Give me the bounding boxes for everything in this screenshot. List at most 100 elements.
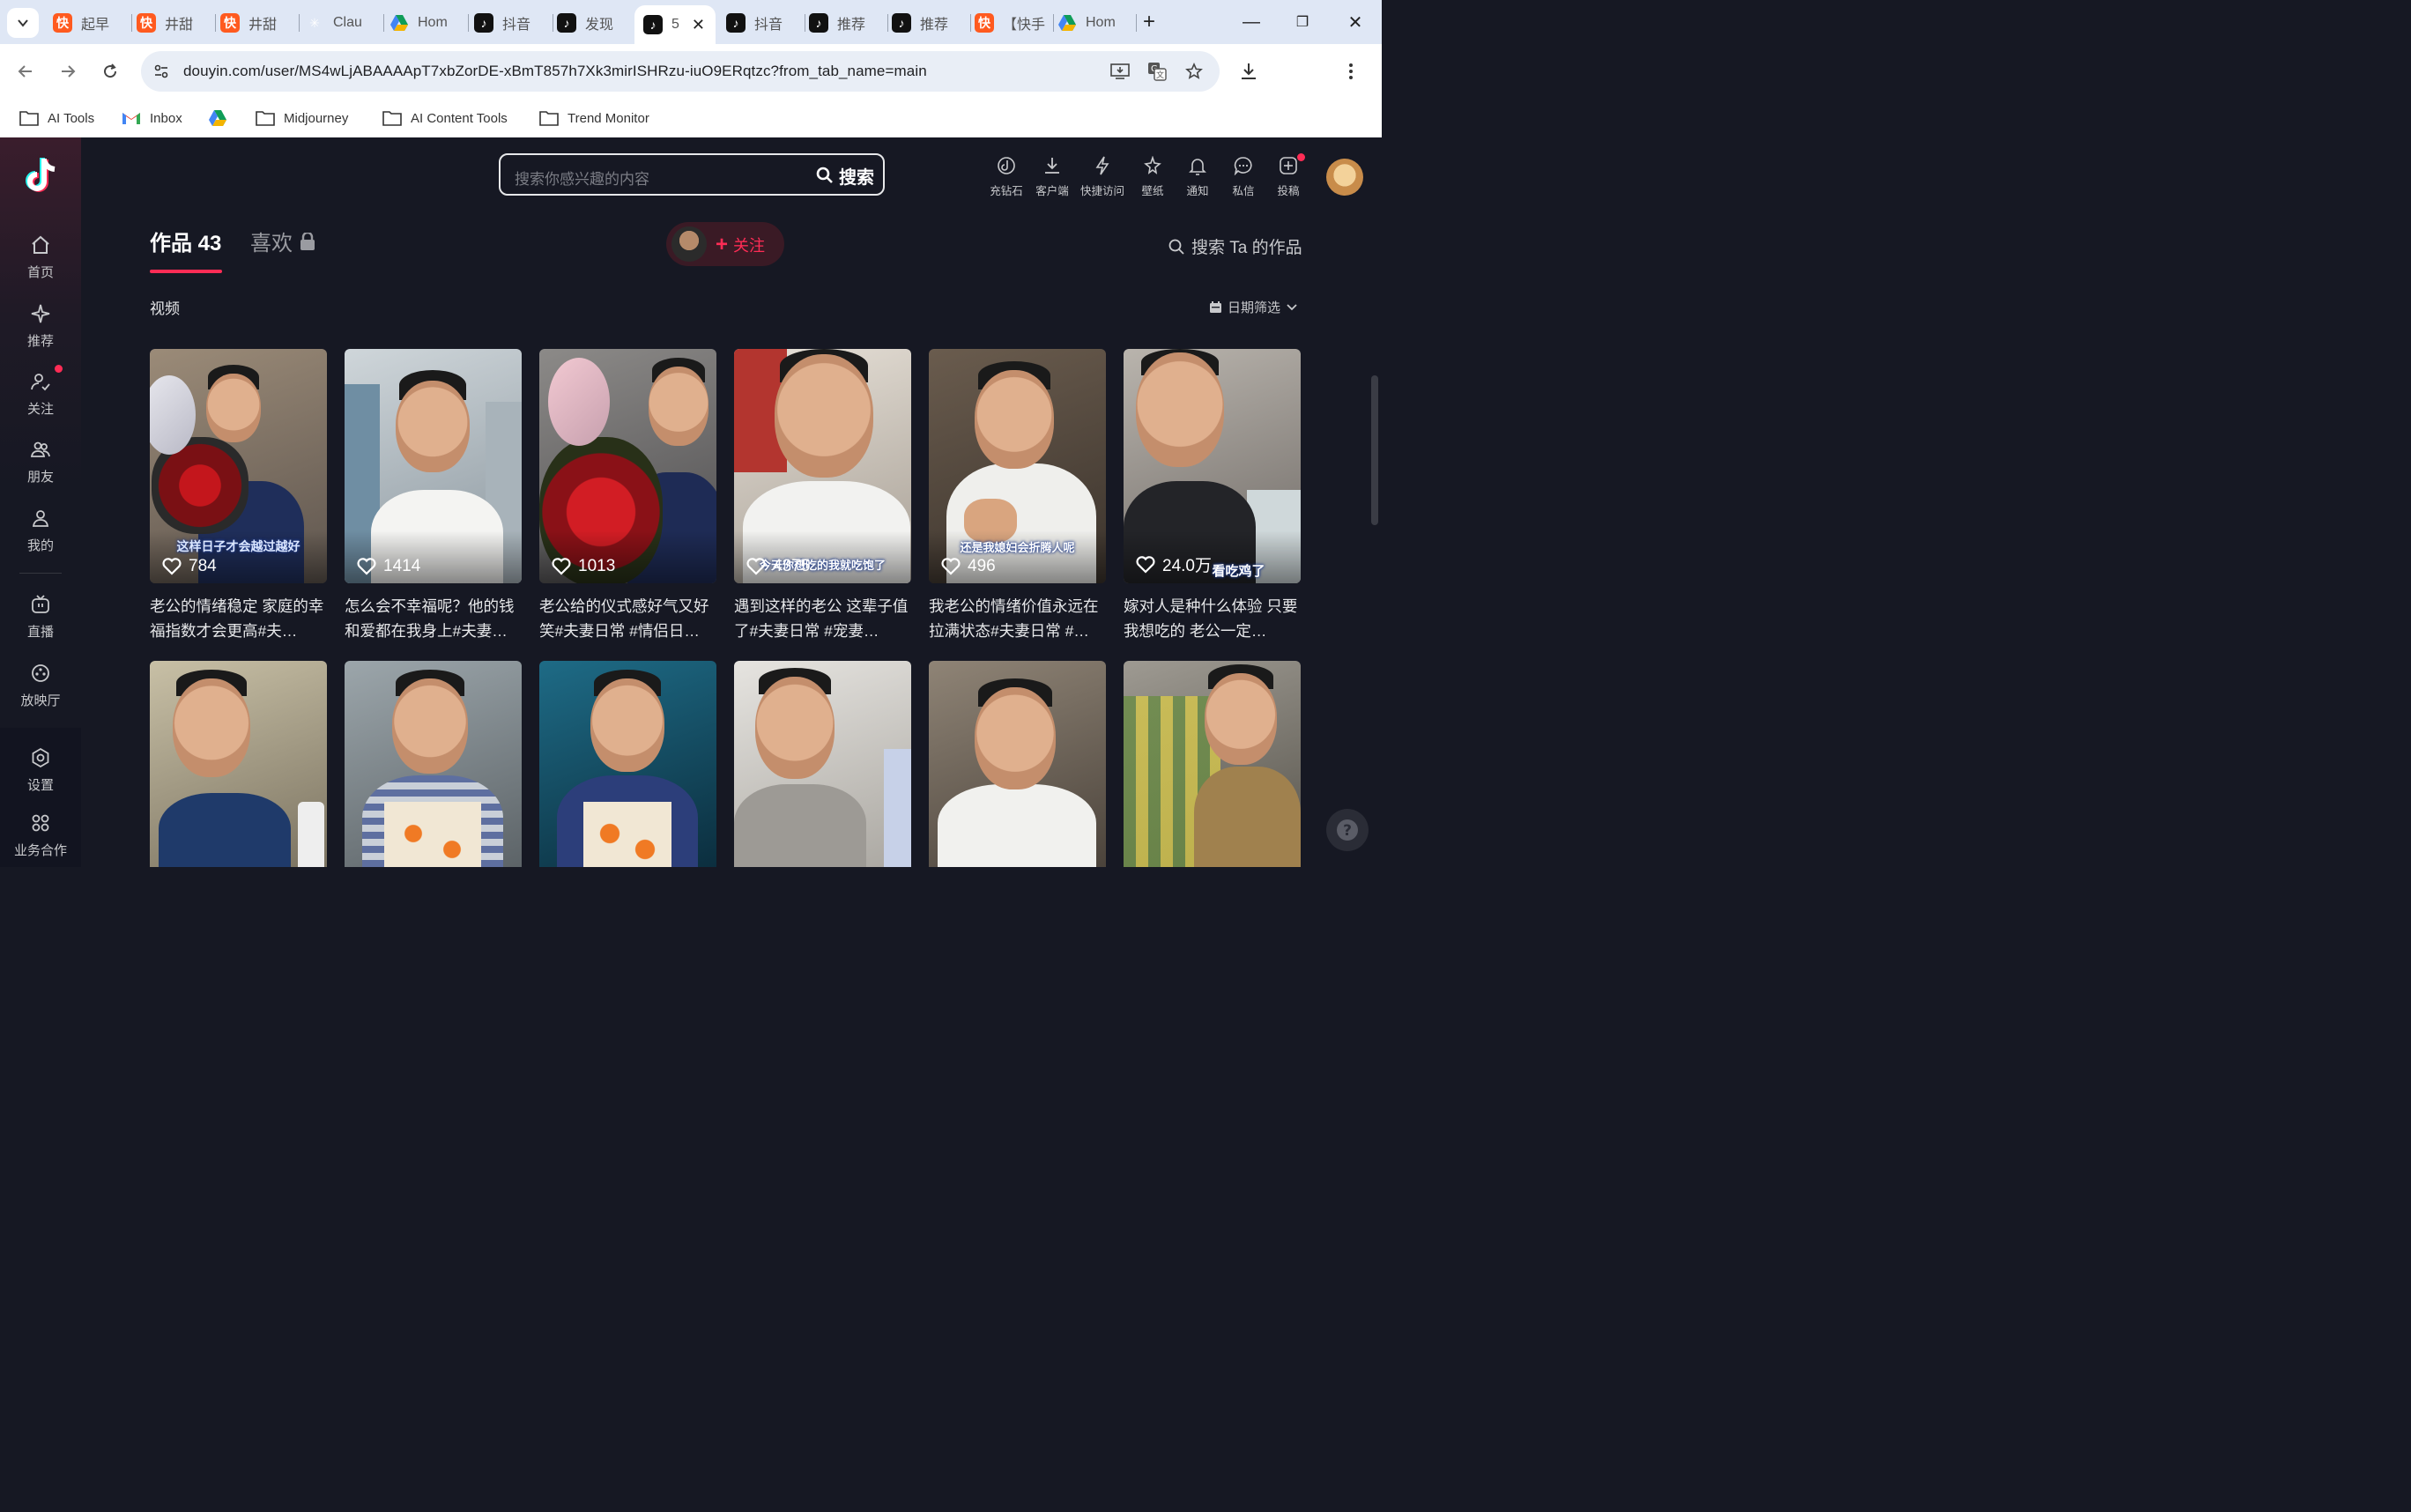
tab-search-button[interactable] (7, 8, 39, 38)
video-thumbnail[interactable]: 今天你想吃的我就吃饱了 4375 (734, 349, 911, 583)
header-action-notify[interactable]: 通知 (1173, 155, 1222, 199)
browser-tab[interactable]: ♪ 推荐 (892, 7, 971, 39)
search-input[interactable]: 搜索你感兴趣的内容 (515, 167, 649, 189)
video-card[interactable]: 1414 怎么会不幸福呢？他的钱和爱都在我身上#夫妻… (345, 349, 522, 643)
browser-tab[interactable]: ♪ 抖音 (726, 7, 805, 39)
close-window-button[interactable]: ✕ (1338, 9, 1373, 35)
video-title[interactable]: 怎么会不幸福呢？他的钱和爱都在我身上#夫妻… (345, 594, 522, 643)
video-thumbnail[interactable] (345, 661, 522, 867)
follow-button[interactable]: + 关注 (716, 233, 765, 256)
video-card[interactable] (539, 661, 716, 867)
header-action-wallpaper[interactable]: 壁纸 (1128, 155, 1177, 199)
video-title[interactable]: 遇到这样的老公 这辈子值了#夫妻日常 #宠妻… (734, 594, 911, 643)
browser-tab-active[interactable]: ♪ 5 ✕ (634, 5, 716, 44)
video-card[interactable] (734, 661, 911, 867)
browser-tab[interactable]: Hom (389, 7, 469, 39)
sidebar-item-business[interactable]: 业务合作 (0, 811, 81, 867)
search-button[interactable]: 搜索 (816, 163, 874, 188)
video-thumbnail[interactable]: 1414 (345, 349, 522, 583)
video-thumbnail[interactable]: 还是我媳妇会折腾人呢 496 (929, 349, 1106, 583)
page-scrollbar[interactable] (1371, 375, 1378, 525)
bookmark-trend-monitor[interactable]: Trend Monitor (539, 107, 649, 129)
sidebar-item-friends[interactable]: 朋友 (0, 437, 81, 499)
header-action-messages[interactable]: 私信 (1219, 155, 1268, 199)
reload-button[interactable] (95, 56, 125, 86)
video-title[interactable]: 老公的情绪稳定 家庭的幸福指数才会更高#夫… (150, 594, 327, 643)
install-app-icon[interactable] (1109, 60, 1131, 83)
search-box[interactable]: 搜索你感兴趣的内容 搜索 (499, 153, 885, 196)
video-thumbnail[interactable] (929, 661, 1106, 867)
minimize-button[interactable]: — (1234, 9, 1269, 35)
forward-button[interactable] (53, 56, 83, 86)
user-avatar[interactable] (1326, 159, 1363, 196)
sidebar-item-home[interactable]: 首页 (0, 233, 81, 294)
video-card[interactable] (1124, 661, 1301, 867)
header-action-quick-access[interactable]: 快捷访问 (1078, 155, 1127, 199)
sidebar-item-live[interactable]: 直播 (0, 592, 81, 654)
bookmark-google-drive[interactable] (208, 107, 236, 129)
video-card[interactable]: 这样日子才会越过越好 784 老公的情绪稳定 家庭的幸福指数才会更高#夫… (150, 349, 327, 643)
video-thumbnail[interactable]: 看吃鸡了 24.0万 (1124, 349, 1301, 583)
reload-icon (104, 63, 117, 78)
browser-tab[interactable]: 快 【快手 (975, 7, 1054, 39)
help-button[interactable]: ? (1326, 809, 1369, 851)
video-thumbnail[interactable]: 这样日子才会越过越好 784 (150, 349, 327, 583)
browser-tab[interactable]: 快 井甜 (220, 7, 300, 39)
sidebar-item-following[interactable]: 关注 (0, 369, 81, 431)
browser-tab[interactable]: ♪ 推荐 (809, 7, 888, 39)
video-card[interactable]: 今天你想吃的我就吃饱了 4375 遇到这样的老公 这辈子值了#夫妻日常 #宠妻… (734, 349, 911, 643)
browser-tab[interactable]: ♪ 抖音 (474, 7, 553, 39)
address-bar[interactable]: douyin.com/user/MS4wLjABAAAApT7xbZorDE-x… (141, 51, 1220, 92)
video-card[interactable]: 1013 老公给的仪式感好气又好笑#夫妻日常 #情侣日… (539, 349, 716, 643)
sidebar-item-recommend[interactable]: 推荐 (0, 301, 81, 363)
browser-tab[interactable]: 快 起早 (53, 7, 132, 39)
back-button[interactable] (11, 56, 41, 86)
upload-icon (1278, 155, 1299, 176)
bookmark-ai-content-tools[interactable]: AI Content Tools (382, 107, 508, 129)
bookmark-star-icon[interactable] (1183, 60, 1206, 83)
tab-label: 推荐 (920, 18, 949, 33)
downloads-button[interactable] (1234, 56, 1264, 86)
video-thumbnail[interactable] (1124, 661, 1301, 867)
video-title[interactable]: 老公给的仪式感好气又好笑#夫妻日常 #情侣日… (539, 594, 716, 643)
browser-menu-button[interactable] (1336, 56, 1366, 86)
header-action-diamond[interactable]: 充钻石 (982, 155, 1031, 199)
site-info-icon[interactable] (150, 60, 173, 83)
arrow-left-icon (18, 65, 32, 78)
new-tab-button[interactable]: + (1131, 9, 1167, 35)
video-card[interactable] (345, 661, 522, 867)
chevron-down-icon (18, 19, 28, 27)
search-creator-works[interactable]: 搜索 Ta 的作品 (1168, 234, 1302, 258)
close-tab-icon[interactable]: ✕ (692, 16, 705, 34)
video-card[interactable] (150, 661, 327, 867)
creator-avatar[interactable] (671, 226, 707, 262)
header-action-client[interactable]: 客户端 (1027, 155, 1077, 199)
translate-icon[interactable]: G文 (1146, 60, 1168, 83)
bookmark-inbox[interactable]: Inbox (122, 107, 182, 129)
sidebar-item-cinema[interactable]: 放映厅 (0, 661, 81, 723)
video-thumbnail[interactable] (539, 661, 716, 867)
bookmark-midjourney[interactable]: Midjourney (256, 107, 348, 129)
browser-tab[interactable]: ✳ Clau (305, 7, 384, 39)
header-action-upload[interactable]: 投稿 (1264, 155, 1313, 199)
browser-tab[interactable]: Hom (1057, 7, 1137, 39)
browser-tab[interactable]: ♪ 发现 (557, 7, 627, 39)
restore-button[interactable]: ❐ (1285, 9, 1320, 35)
video-card[interactable]: 看吃鸡了 24.0万 嫁对人是种什么体验 只要我想吃的 老公一定… (1124, 349, 1301, 643)
video-title[interactable]: 嫁对人是种什么体验 只要我想吃的 老公一定… (1124, 594, 1301, 643)
video-card[interactable]: 还是我媳妇会折腾人呢 496 我老公的情绪价值永远在拉满状态#夫妻日常 #… (929, 349, 1106, 643)
video-title[interactable]: 我老公的情绪价值永远在拉满状态#夫妻日常 #… (929, 594, 1106, 643)
date-filter-dropdown[interactable]: 日期筛选 (1209, 298, 1303, 316)
sidebar-item-mine[interactable]: 我的 (0, 506, 81, 567)
douyin-logo-icon[interactable] (23, 155, 58, 196)
video-thumbnail[interactable] (150, 661, 327, 867)
bookmark-ai-tools[interactable]: AI Tools (19, 107, 94, 129)
video-thumbnail[interactable]: 1013 (539, 349, 716, 583)
video-thumbnail[interactable] (734, 661, 911, 867)
video-card[interactable] (929, 661, 1106, 867)
header-action-label: 客户端 (1035, 185, 1069, 197)
browser-tab[interactable]: 快 井甜 (137, 7, 216, 39)
sidebar-item-settings[interactable]: 设置 (0, 745, 81, 807)
tab-works[interactable]: 作品 43 (150, 226, 221, 256)
tab-likes[interactable]: 喜欢 (250, 226, 315, 256)
